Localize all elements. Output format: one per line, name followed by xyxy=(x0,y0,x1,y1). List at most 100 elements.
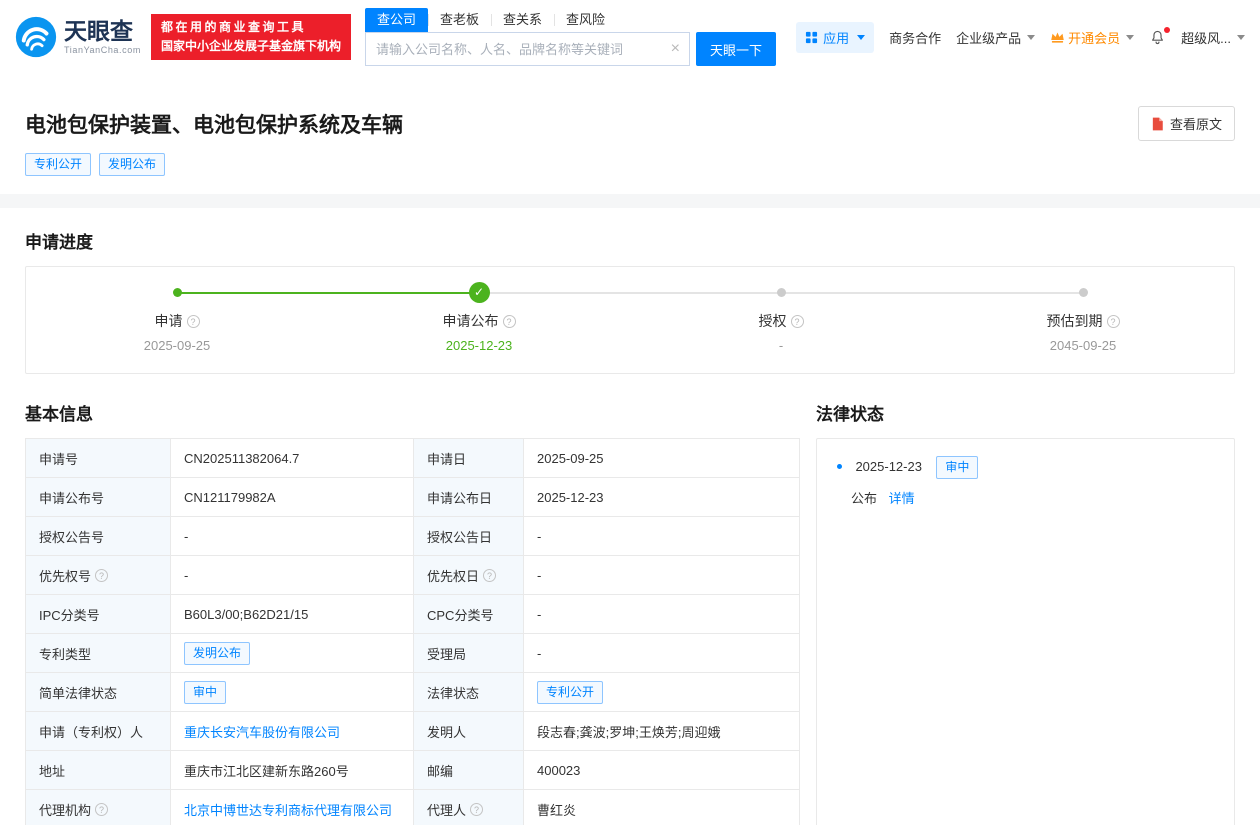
apps-label: 应用 xyxy=(823,30,850,46)
notification-bell-icon[interactable] xyxy=(1149,26,1171,46)
progress-step-apply: 申请 2025-09-25 xyxy=(26,267,328,353)
progress-heading: 申请进度 xyxy=(25,233,93,252)
agency-link[interactable]: 北京中博世达专利商标代理有限公司 xyxy=(184,803,392,818)
nav-super-risk[interactable]: 超级风... xyxy=(1181,28,1245,47)
help-icon[interactable] xyxy=(483,568,497,582)
table-row: IPC分类号 B60L3/00;B62D21/15 CPC分类号 - xyxy=(25,594,800,634)
table-row: 专利类型 发明公布 受理局 - xyxy=(25,633,800,673)
slogan-line1: 都在用的商业查询工具 xyxy=(160,20,306,34)
step-label: 申请公布 xyxy=(442,313,499,329)
info-label: 法律状态 xyxy=(413,672,524,712)
patent-type-tag: 发明公布 xyxy=(184,641,251,665)
info-label: 优先权号 xyxy=(25,555,171,595)
search-box xyxy=(364,32,690,66)
tianyancha-logo[interactable]: 天眼查 TianYanCha.com xyxy=(15,16,141,58)
search-input[interactable] xyxy=(364,32,690,66)
legal-status-panel: 2025-12-23 审中 公布 详情 xyxy=(816,438,1235,825)
step-label: 申请 xyxy=(154,313,183,329)
step-date: 2025-12-23 xyxy=(445,338,513,353)
page: 天眼查 TianYanCha.com 都在用的商业查询工具 国家中小企业发展子基… xyxy=(0,0,1260,825)
info-label: 受理局 xyxy=(413,633,524,673)
info-label: 地址 xyxy=(25,750,171,790)
info-value: B60L3/00;B62D21/15 xyxy=(170,594,414,634)
slogan-line2: 国家中小企业发展子基金旗下机构 xyxy=(160,39,341,53)
tag-patent-public: 专利公开 xyxy=(25,153,92,176)
help-icon[interactable] xyxy=(470,802,484,816)
help-icon[interactable] xyxy=(95,802,109,816)
legal-status-detail-link[interactable]: 详情 xyxy=(889,491,915,506)
brand-domain: TianYanCha.com xyxy=(64,44,141,55)
info-label: 授权公告号 xyxy=(25,516,171,556)
info-value: CN121179982A xyxy=(170,477,414,517)
info-value: 重庆长安汽车股份有限公司 xyxy=(170,711,414,751)
title-section: 电池包保护装置、电池包保护系统及车辆 查看原文 专利公开 发明公布 xyxy=(0,72,1260,194)
info-value: 北京中博世达专利商标代理有限公司 xyxy=(170,789,414,825)
help-icon[interactable] xyxy=(790,314,804,328)
view-original-button[interactable]: 查看原文 xyxy=(1137,106,1235,141)
nav-business-cooperation[interactable]: 商务合作 xyxy=(889,28,941,47)
table-row: 申请（专利权）人 重庆长安汽车股份有限公司 发明人 段志春;龚波;罗坤;王焕芳;… xyxy=(25,711,800,751)
info-value: - xyxy=(170,516,414,556)
info-value: - xyxy=(523,633,800,673)
info-label: 代理机构 xyxy=(25,789,171,825)
tab-search-boss[interactable]: 查老板 xyxy=(427,8,491,32)
help-icon[interactable] xyxy=(186,314,200,328)
top-header: 天眼查 TianYanCha.com 都在用的商业查询工具 国家中小企业发展子基… xyxy=(0,0,1260,72)
step-label: 授权 xyxy=(758,313,787,329)
help-icon[interactable] xyxy=(502,314,516,328)
info-label: 申请号 xyxy=(25,438,171,478)
table-row: 授权公告号 - 授权公告日 - xyxy=(25,516,800,556)
chevron-down-icon xyxy=(1237,34,1245,40)
help-icon[interactable] xyxy=(95,568,109,582)
nav-enterprise-products[interactable]: 企业级产品 xyxy=(956,28,1036,47)
tab-search-risk[interactable]: 查风险 xyxy=(554,8,617,32)
chevron-down-icon xyxy=(1027,34,1036,40)
applicant-link[interactable]: 重庆长安汽车股份有限公司 xyxy=(184,725,340,740)
search-button[interactable]: 天眼一下 xyxy=(695,32,776,66)
basic-info-heading: 基本信息 xyxy=(25,405,93,424)
legal-status-tag: 专利公开 xyxy=(537,680,604,704)
basic-info-table: 申请号 CN202511382064.7 申请日 2025-09-25 申请公布… xyxy=(25,438,800,825)
apps-button[interactable]: 应用 xyxy=(796,21,875,53)
info-value: 专利公开 xyxy=(523,672,800,712)
info-label: CPC分类号 xyxy=(413,594,524,634)
info-label: 邮编 xyxy=(413,750,524,790)
info-value: - xyxy=(523,555,800,595)
grid-icon xyxy=(806,31,818,43)
pdf-file-icon xyxy=(1152,117,1163,130)
table-row: 简单法律状态 审中 法律状态 专利公开 xyxy=(25,672,800,712)
info-label: 申请日 xyxy=(413,438,524,478)
info-value: 2025-09-25 xyxy=(523,438,800,478)
table-row: 申请号 CN202511382064.7 申请日 2025-09-25 xyxy=(25,438,800,478)
step-date: 2045-09-25 xyxy=(1049,338,1117,353)
basic-info-section: 基本信息 申请号 CN202511382064.7 申请日 2025-09-25… xyxy=(25,400,800,825)
table-row: 代理机构 北京中博世达专利商标代理有限公司 代理人 曹红炎 xyxy=(25,789,800,825)
step-dot-pending xyxy=(776,288,786,297)
tab-search-relation[interactable]: 查关系 xyxy=(490,8,554,32)
progress-step-grant: 授权 - xyxy=(630,267,932,353)
main-content: 申请进度 申请 2025-09-25 申请公布 2025-12-23 授权 xyxy=(0,208,1260,825)
info-label: 专利类型 xyxy=(25,633,171,673)
search-tabs: 查公司 查老板 查关系 查风险 xyxy=(364,8,776,32)
info-label: 简单法律状态 xyxy=(25,672,171,712)
info-value: - xyxy=(170,555,414,595)
legal-status-item: 2025-12-23 审中 公布 详情 xyxy=(837,456,1214,507)
enterprise-label: 企业级产品 xyxy=(956,30,1022,46)
crown-icon xyxy=(1051,32,1064,43)
vip-label: 开通会员 xyxy=(1068,30,1121,46)
close-icon[interactable] xyxy=(671,41,680,57)
legal-status-action: 公布 xyxy=(851,491,878,506)
slogan-badge: 都在用的商业查询工具 国家中小企业发展子基金旗下机构 xyxy=(150,14,351,60)
legal-status-heading: 法律状态 xyxy=(816,405,884,424)
check-icon xyxy=(468,282,490,303)
info-value: CN202511382064.7 xyxy=(170,438,414,478)
info-label: 申请（专利权）人 xyxy=(25,711,171,751)
notification-dot xyxy=(1164,26,1171,33)
simple-legal-status-tag: 审中 xyxy=(184,680,227,704)
legal-status-date: 2025-12-23 xyxy=(855,459,922,474)
tab-search-company[interactable]: 查公司 xyxy=(364,8,428,32)
nav-open-vip[interactable]: 开通会员 xyxy=(1050,28,1135,47)
step-date: 2025-09-25 xyxy=(143,338,211,353)
info-value: 发明公布 xyxy=(170,633,414,673)
help-icon[interactable] xyxy=(1106,314,1120,328)
